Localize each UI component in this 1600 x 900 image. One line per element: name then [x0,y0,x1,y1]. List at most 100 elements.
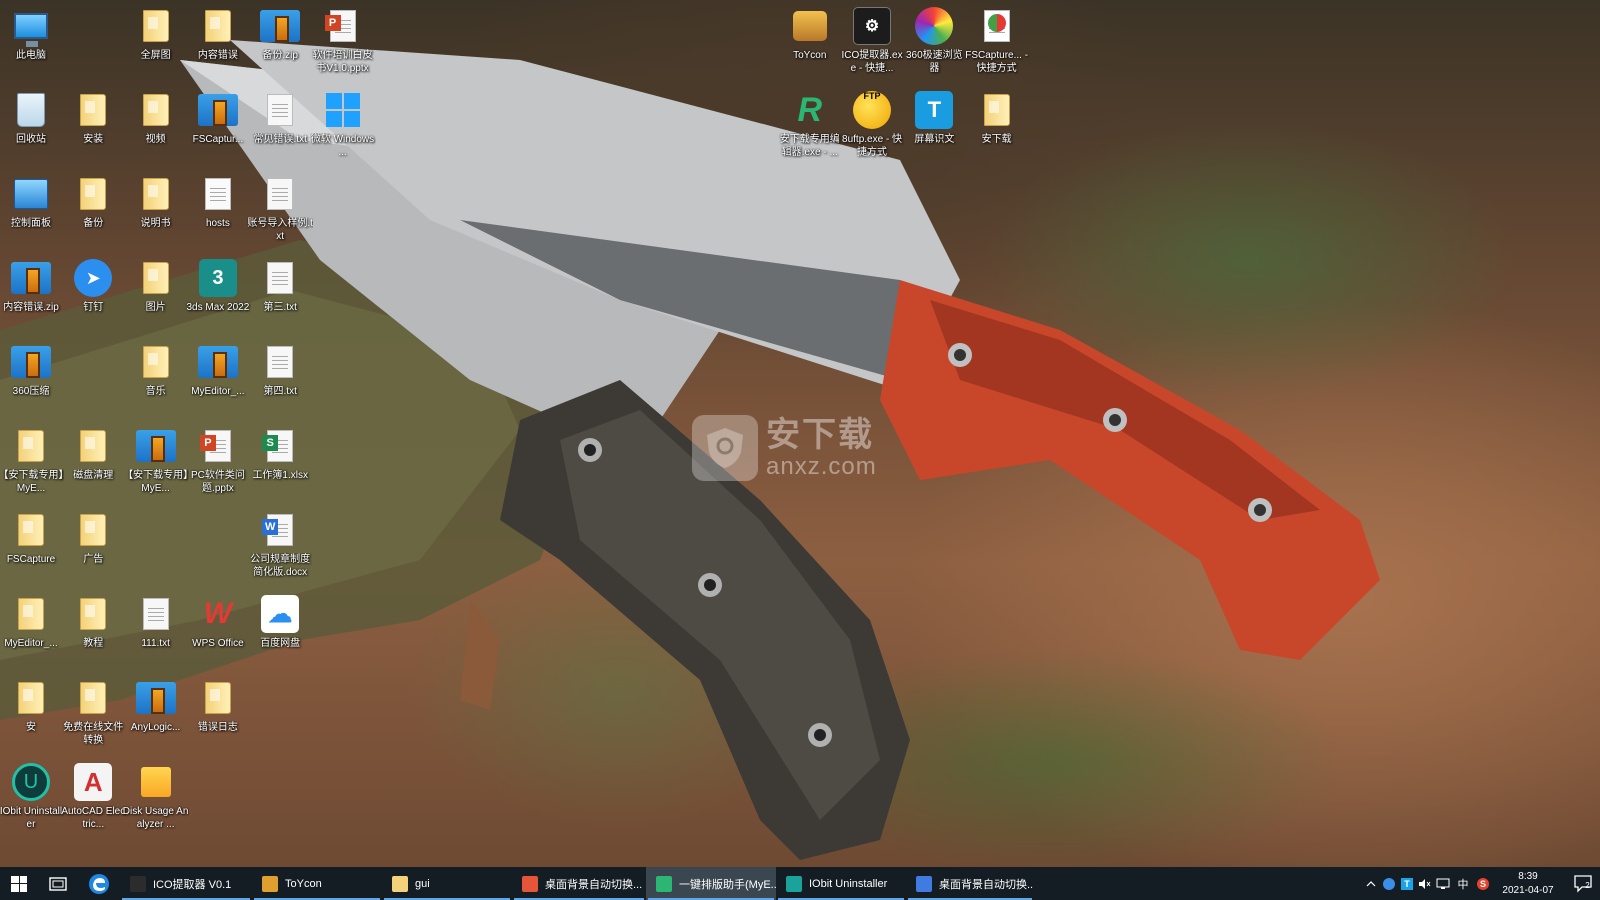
folder-icon [136,90,176,130]
desktop-icon-common-errors[interactable]: 常见错误.txt [249,86,311,168]
desktop-icon-error-log[interactable]: 错误日志 [187,674,249,756]
desktop-icon-backup[interactable]: 备份 [62,170,124,252]
tray-t-icon[interactable]: T [1398,867,1416,900]
desktop-icon-label: 公司规章制度简化版.docx [250,554,311,578]
desktop-icon-8uftp[interactable]: FTP 8uftp.exe - 快捷方式 [841,86,903,168]
sogou-ime-icon[interactable]: S [1474,867,1492,900]
network-icon[interactable] [1434,867,1452,900]
folder-icon [136,174,176,214]
windows-icon [323,90,363,130]
desktop-icon-ico-extractor[interactable]: ⚙ ICO提取器.exe - 快捷... [841,2,903,84]
desktop-icon-hosts[interactable]: hosts [187,170,249,252]
desktop-icon-an[interactable]: 安 [0,674,62,756]
desktop-icon-video[interactable]: 视频 [125,86,187,168]
desktop-icon-company-docx[interactable]: W 公司规章制度简化版.docx [249,506,311,588]
notification-center-button[interactable]: 2 [1564,867,1600,900]
desktop-icon-pc-software-pptx[interactable]: P PC软件类问题.pptx [187,422,249,504]
desktop-icon-baidu-netdisk[interactable]: ☁ 百度网盘 [249,590,311,672]
desktop-icon-fscapture-shortcut[interactable]: FSCapture... - 快捷方式 [965,2,1028,84]
desktop-icon-editor-shortcut[interactable]: R 安下载专用编辑器.exe - ... [779,86,841,168]
wps-icon: W [203,597,233,630]
tray-globe-icon[interactable] [1380,867,1398,900]
desktop-icon-label: 免费在线文件转换 [63,722,124,746]
volume-icon[interactable] [1416,867,1434,900]
desktop-icon-label: 广告 [83,554,104,565]
text-file-icon [260,342,300,382]
desktop-icon-content-error-zip[interactable]: 内容错误.zip [0,254,62,336]
taskbar-app-2[interactable]: gui [382,867,512,900]
desktop-icon-myeditor-folder[interactable]: MyEditor_... [0,590,62,672]
desktop-icon-recycle-bin[interactable]: 回收站 [0,86,62,168]
desktop-icon-weiruan-windows[interactable]: 微软 Windows ... [311,86,374,168]
desktop-icon-fourth-txt[interactable]: 第四.txt [249,338,311,420]
desktop-icon-training-pptx[interactable]: P 软件培训白皮书V1.0.pptx [312,2,374,84]
desktop-icon-360zip[interactable]: 360压缩 [0,338,62,420]
desktop-icon-360-browser[interactable]: 360极速浏览器 [903,2,965,84]
edge-button[interactable] [78,867,120,900]
desktop-icon-manual[interactable]: 说明书 [125,170,187,252]
desktop-icon-this-pc[interactable]: 此电脑 [0,2,62,84]
desktop-icon-dingding[interactable]: ➤ 钉钉 [62,254,124,336]
desktop-icon-label: 全屏图 [140,50,171,61]
desktop-icon-pictures[interactable]: 图片 [125,254,187,336]
taskbar-app-label: ToYcon [285,877,322,890]
desktop-icon-label: 音乐 [145,386,166,397]
taskbar-app-1[interactable]: ToYcon [252,867,382,900]
ime-indicator[interactable]: 中 [1452,867,1474,900]
clock[interactable]: 8:39 2021-04-07 [1492,870,1564,898]
desktop-icon-iobit[interactable]: U IObit Uninstaller [0,758,62,840]
desktop-icon-workbook[interactable]: S 工作簿1.xlsx [249,422,311,504]
taskbar-app-0[interactable]: ICO提取器 V0.1 [120,867,252,900]
desktop-icon-third-txt[interactable]: 第三.txt [249,254,311,336]
desktop-icon-label: 111.txt [141,638,170,649]
folder-icon [136,6,176,46]
desktop-icon-label: 3ds Max 2022 [186,302,250,313]
show-hidden-icons-chevron-icon[interactable] [1362,867,1380,900]
desktop-icon-tutorial[interactable]: 教程 [62,590,124,672]
desktop-icon-autocad[interactable]: A AutoCAD Electric... [61,758,125,840]
ftp-icon: FTP [852,90,892,130]
desktop-icon-anxz-myeditor-1[interactable]: 【安下载专用】MyE... [0,422,64,504]
desktop-icon-anxz-myeditor-2[interactable]: 【安下载专用】MyE... [123,422,188,504]
xlsx-icon: S [260,426,300,466]
desktop-icon-content-error[interactable]: 内容错误 [187,2,249,84]
desktop-icon-label: hosts [205,218,230,229]
desktop-icon-fscapture[interactable]: FSCapture [0,506,62,588]
watermark-logo-icon [692,415,758,481]
desktop-icon-label: IObit Uninstaller [0,806,63,830]
taskbar-app-6[interactable]: 桌面背景自动切换... [906,867,1034,900]
desktop-icon-label: 8uftp.exe - 快捷方式 [842,134,903,158]
360-browser-icon [914,6,954,46]
desktop-icon-3dsmax[interactable]: 3 3ds Max 2022 [186,254,250,336]
desktop-icon-anxz-folder[interactable]: 安下载 [966,86,1028,168]
desktop-icon-disk-clean[interactable]: 磁盘清理 [62,422,124,504]
desktop-icon-anylogic[interactable]: AnyLogic... [125,674,187,756]
taskbar-app-3[interactable]: 桌面背景自动切换... [512,867,646,900]
desktop-icon-account-import[interactable]: 账号导入样例.txt [247,170,313,252]
desktop-icon-screen-ocr[interactable]: T 屏幕识文 [903,86,965,168]
desktop-icon-music[interactable]: 音乐 [125,338,187,420]
ico-extractor-icon [130,875,146,892]
desktop-icon-fullscreen[interactable]: 全屏图 [125,2,187,84]
taskbar-apps: ICO提取器 V0.1 ToYcon gui 桌面背景自动切换... 一键排版助手(My… [120,867,1034,900]
desktop-icon-backup-zip[interactable]: 备份.zip [249,2,311,84]
desktop-icon-control-panel[interactable]: 控制面板 [0,170,62,252]
desktop-icon-disk-usage[interactable]: Disk Usage Analyzer ... [123,758,188,840]
desktop-icon-wps-office[interactable]: W WPS Office [187,590,249,672]
desktop-icon-install[interactable]: 安装 [62,86,124,168]
desktop-icon-ads[interactable]: 广告 [62,506,124,588]
desktop-icon-fscapture-zip[interactable]: FSCaptur... [187,86,249,168]
desktop-icon-111-txt[interactable]: 111.txt [125,590,187,672]
desktop-icon-myeditor-zip[interactable]: MyEditor_... [187,338,249,420]
taskbar-app-label: 桌面背景自动切换... [939,878,1034,891]
desktop-icon-label: WPS Office [192,638,244,649]
zip-icon [135,426,176,466]
start-button[interactable] [0,867,38,900]
desktop-icon-toycon[interactable]: ToYcon [779,2,841,84]
desktop-icon-label: 软件培训白皮书V1.0.pptx [312,50,373,74]
folder-icon [11,426,51,466]
desktop-icon-online-convert[interactable]: 免费在线文件转换 [62,674,124,756]
task-view-button[interactable] [38,867,78,900]
taskbar-app-4[interactable]: 一键排版助手(MyE... [646,867,776,900]
taskbar-app-5[interactable]: IObit Uninstaller [776,867,906,900]
